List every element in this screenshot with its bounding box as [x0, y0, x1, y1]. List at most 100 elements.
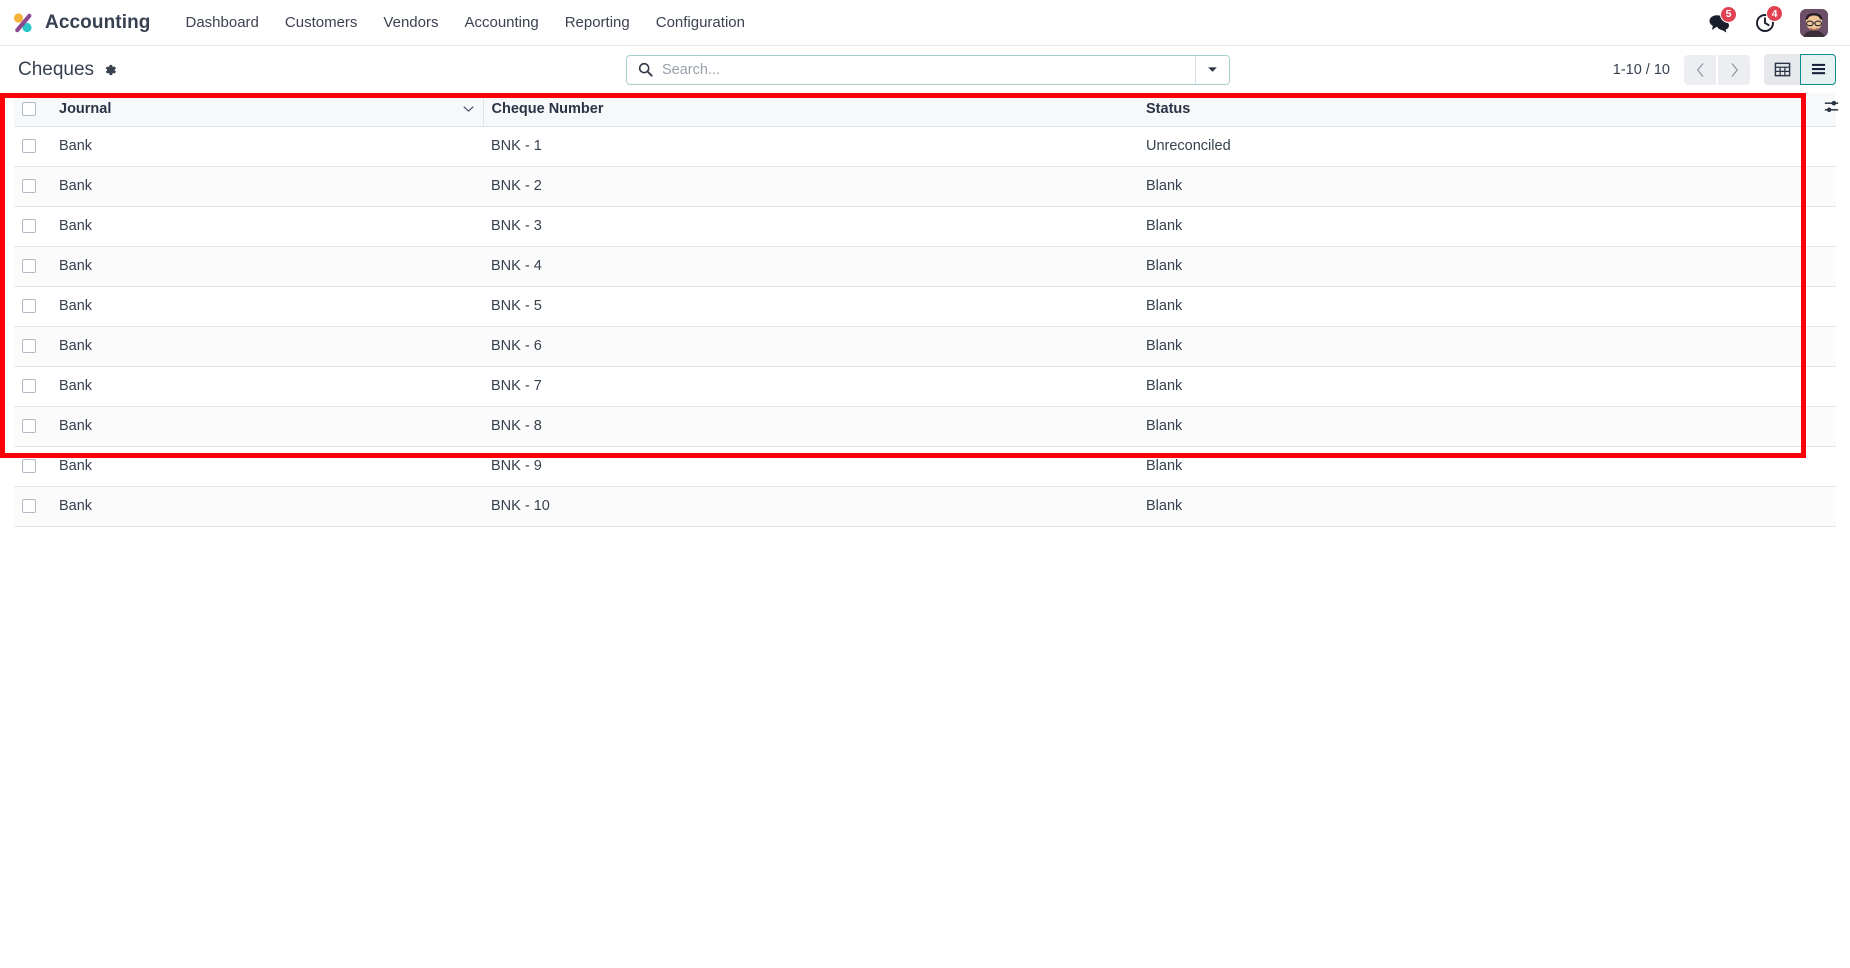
row-checkbox[interactable]: [22, 379, 36, 394]
nav-item-configuration[interactable]: Configuration: [643, 8, 758, 37]
search-input[interactable]: [662, 55, 1195, 84]
cell-cheque-number: BNK - 8: [483, 406, 1138, 447]
cell-spacer: [1788, 326, 1836, 367]
cell-status: Blank: [1138, 406, 1788, 447]
row-checkbox[interactable]: [22, 219, 36, 234]
cell-spacer: [1788, 126, 1836, 167]
pager-buttons: [1684, 54, 1750, 85]
chevron-left-icon: [1696, 62, 1703, 77]
list-icon: [1811, 63, 1825, 75]
cell-spacer: [1788, 366, 1836, 407]
row-select-cell: [14, 126, 51, 167]
messages-button[interactable]: 5: [1709, 5, 1737, 33]
select-all-cell: [14, 93, 51, 127]
cell-journal: Bank: [51, 406, 483, 447]
top-navbar: Accounting Dashboard Customers Vendors A…: [0, 0, 1850, 46]
table-row[interactable]: Bank BNK - 10 Blank: [14, 486, 1836, 527]
cell-cheque-number: BNK - 10: [483, 486, 1138, 527]
chevron-down-icon: [1208, 67, 1217, 72]
table-header: Journal Cheque Number Status: [14, 93, 1836, 127]
page-title: Cheques: [18, 58, 95, 80]
row-select-cell: [14, 286, 51, 327]
table-row[interactable]: Bank BNK - 7 Blank: [14, 366, 1836, 407]
pager-count: 1-10 / 10: [1612, 61, 1670, 78]
table-row[interactable]: Bank BNK - 8 Blank: [14, 406, 1836, 447]
table-row[interactable]: Bank BNK - 6 Blank: [14, 326, 1836, 367]
brand-home-link[interactable]: Accounting: [10, 10, 151, 36]
row-select-cell: [14, 366, 51, 407]
table-row[interactable]: Bank BNK - 5 Blank: [14, 286, 1836, 327]
cell-status: Unreconciled: [1138, 126, 1788, 167]
chevron-down-icon: [463, 106, 474, 113]
row-checkbox[interactable]: [22, 459, 36, 474]
avatar[interactable]: [1800, 8, 1828, 37]
nav-item-dashboard[interactable]: Dashboard: [173, 8, 272, 37]
cell-journal: Bank: [51, 366, 483, 407]
chevron-right-icon: [1731, 62, 1738, 77]
cell-spacer: [1788, 286, 1836, 327]
view-switcher: [1764, 54, 1836, 85]
activities-badge: 4: [1766, 5, 1783, 22]
optional-columns-button[interactable]: [1823, 98, 1840, 115]
column-header-journal[interactable]: Journal: [51, 93, 484, 127]
row-checkbox[interactable]: [22, 259, 36, 274]
cell-cheque-number: BNK - 2: [483, 166, 1138, 207]
view-button-pivot[interactable]: [1764, 54, 1800, 85]
row-checkbox[interactable]: [22, 179, 36, 194]
sliders-icon: [1824, 100, 1839, 113]
navbar-systray: 5 4: [1709, 5, 1836, 37]
cell-journal: Bank: [51, 126, 483, 167]
column-header-status[interactable]: Status: [1138, 93, 1788, 127]
cell-spacer: [1788, 406, 1836, 447]
table-header-row: Journal Cheque Number Status: [14, 93, 1836, 127]
cell-journal: Bank: [51, 286, 483, 327]
row-checkbox[interactable]: [22, 299, 36, 314]
gear-icon[interactable]: [103, 63, 117, 77]
table-row[interactable]: Bank BNK - 2 Blank: [14, 166, 1836, 207]
messages-badge: 5: [1720, 5, 1737, 23]
table-row[interactable]: Bank BNK - 3 Blank: [14, 206, 1836, 247]
table-row[interactable]: Bank BNK - 9 Blank: [14, 446, 1836, 487]
search-bar[interactable]: [626, 54, 1230, 85]
cell-journal: Bank: [51, 486, 483, 527]
search-area: [626, 54, 1230, 85]
pager-next-button[interactable]: [1718, 54, 1750, 85]
column-header-cheque-number[interactable]: Cheque Number: [483, 93, 1138, 127]
row-select-cell: [14, 206, 51, 247]
column-header-journal-label: Journal: [59, 101, 112, 118]
cell-status: Blank: [1138, 206, 1788, 247]
table-row[interactable]: Bank BNK - 4 Blank: [14, 246, 1836, 287]
nav-item-reporting[interactable]: Reporting: [552, 8, 643, 37]
cell-journal: Bank: [51, 446, 483, 487]
odoo-logo-icon: [10, 10, 36, 36]
row-checkbox[interactable]: [22, 499, 36, 514]
view-button-list[interactable]: [1800, 54, 1836, 85]
nav-item-customers[interactable]: Customers: [272, 8, 371, 37]
cell-cheque-number: BNK - 7: [483, 366, 1138, 407]
cell-status: Blank: [1138, 246, 1788, 287]
row-checkbox[interactable]: [22, 139, 36, 154]
search-icon: [627, 62, 662, 77]
select-all-checkbox[interactable]: [22, 102, 36, 117]
row-select-cell: [14, 446, 51, 487]
row-checkbox[interactable]: [22, 419, 36, 434]
row-select-cell: [14, 406, 51, 447]
grid-table-icon: [1774, 62, 1790, 77]
table-row[interactable]: Bank BNK - 1 Unreconciled: [14, 126, 1836, 167]
search-dropdown-toggle[interactable]: [1195, 55, 1229, 84]
cell-cheque-number: BNK - 1: [483, 126, 1138, 167]
nav-item-vendors[interactable]: Vendors: [370, 8, 451, 37]
row-select-cell: [14, 246, 51, 287]
table-body: Bank BNK - 1 Unreconciled Bank BNK - 2 Blank B…: [14, 126, 1836, 527]
cell-journal: Bank: [51, 246, 483, 287]
pager-previous-button[interactable]: [1684, 54, 1716, 85]
row-checkbox[interactable]: [22, 339, 36, 354]
nav-item-accounting[interactable]: Accounting: [451, 8, 551, 37]
row-select-cell: [14, 326, 51, 367]
cell-cheque-number: BNK - 6: [483, 326, 1138, 367]
cell-cheque-number: BNK - 3: [483, 206, 1138, 247]
control-panel-right: 1-10 / 10: [1613, 54, 1836, 85]
cell-spacer: [1788, 246, 1836, 287]
activities-button[interactable]: 4: [1755, 5, 1783, 33]
cell-spacer: [1788, 166, 1836, 207]
